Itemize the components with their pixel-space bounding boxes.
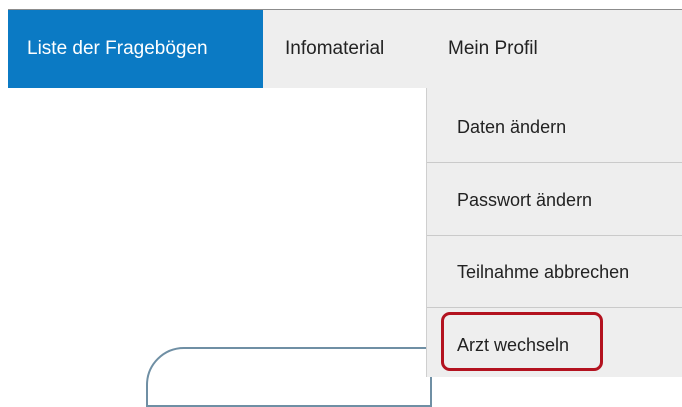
content-card [146, 347, 432, 407]
highlight-annotation [441, 312, 603, 371]
main-navigation: Liste der Fragebögen Infomaterial Mein P… [8, 10, 682, 88]
menu-item-label: Passwort ändern [457, 190, 593, 210]
menu-item-label: Teilnahme abbrechen [457, 262, 630, 282]
menu-item-edit-data[interactable]: Daten ändern [427, 88, 682, 162]
nav-tab-info-material[interactable]: Infomaterial [285, 10, 384, 88]
menu-item-label: Daten ändern [457, 117, 567, 137]
nav-tab-questionnaires[interactable]: Liste der Fragebögen [8, 10, 263, 88]
menu-item-cancel-participation[interactable]: Teilnahme abbrechen [427, 236, 682, 307]
menu-item-change-password[interactable]: Passwort ändern [427, 163, 682, 235]
nav-tab-my-profile[interactable]: Mein Profil [448, 10, 538, 88]
